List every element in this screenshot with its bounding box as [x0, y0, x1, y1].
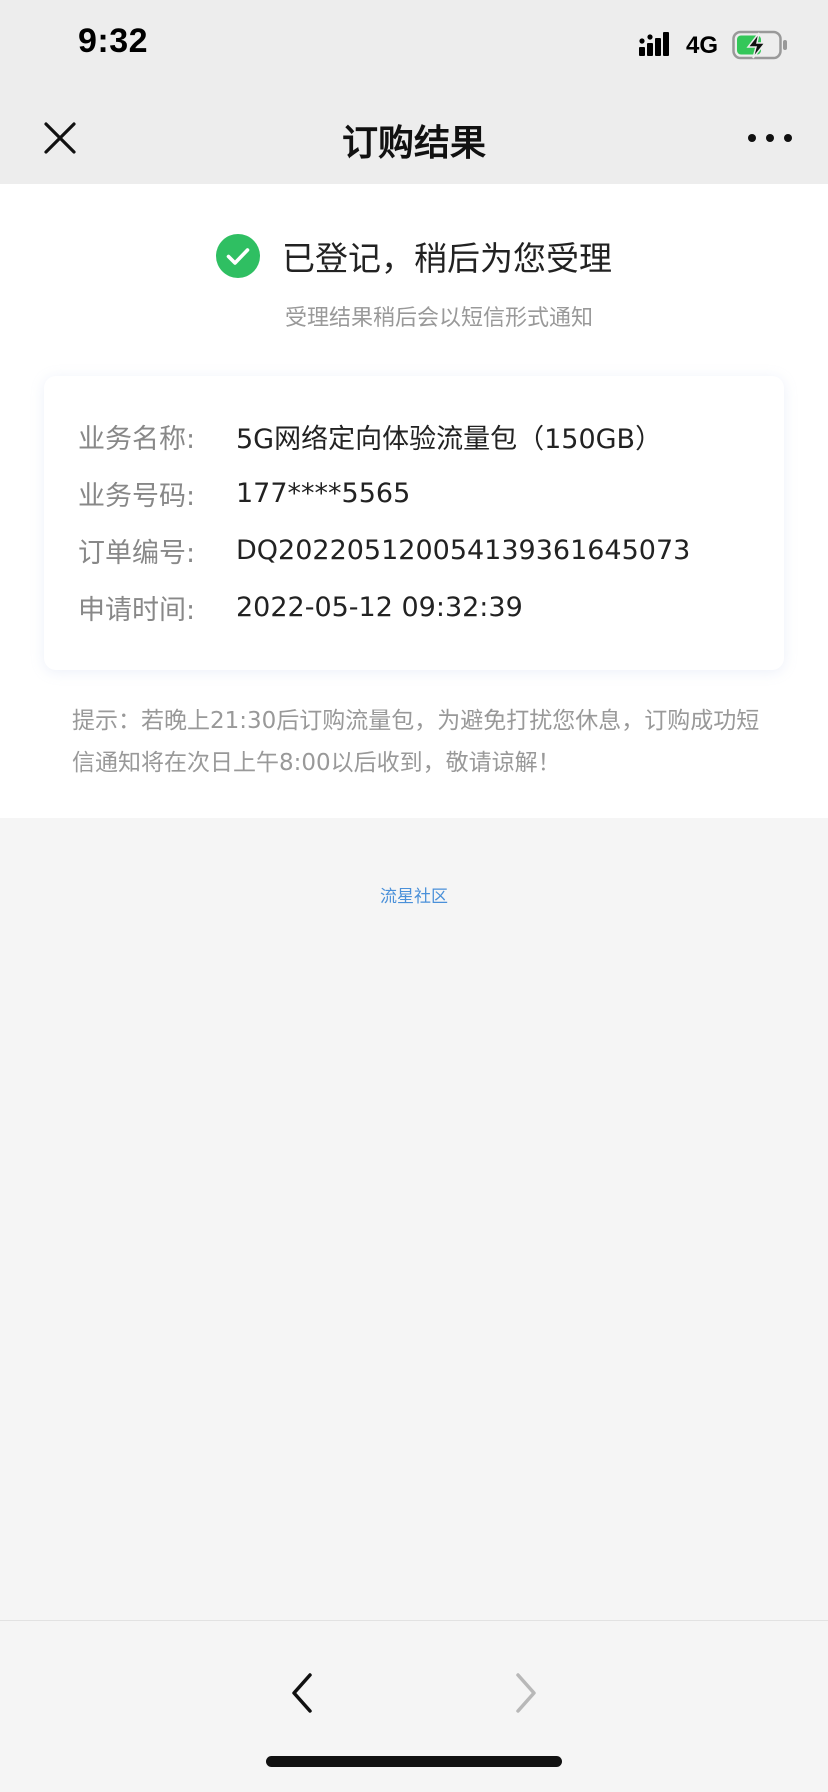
result-panel: 已登记，稍后为您受理 受理结果稍后会以短信形式通知 业务名称: 5G网络定向体验… — [0, 184, 828, 818]
status-bar: 9:32 4G — [0, 0, 828, 92]
result-header: 已登记，稍后为您受理 — [0, 228, 828, 284]
info-value: 2022-05-12 09:32:39 — [236, 591, 523, 623]
home-indicator — [266, 1756, 562, 1767]
more-icon[interactable] — [740, 114, 800, 162]
signal-icon — [639, 32, 669, 56]
community-link[interactable]: 流星社区 — [0, 882, 828, 907]
info-row-service-name: 业务名称: 5G网络定向体验流量包（150GB） — [78, 416, 662, 456]
page: 9:32 4G 订购结果 已登记，稍后为您受理 受理结果稍后会以短信形式通知 业… — [0, 0, 828, 1792]
info-value: 5G网络定向体验流量包（150GB） — [236, 423, 663, 455]
info-label: 订单编号: — [78, 537, 196, 569]
page-title: 订购结果 — [341, 123, 486, 164]
forward-arrow-icon[interactable] — [506, 1665, 546, 1721]
info-row-service-number: 业务号码: 177****5565 — [78, 473, 410, 513]
back-arrow-icon[interactable] — [282, 1665, 322, 1721]
info-label: 业务号码: — [78, 480, 196, 512]
info-value: DQ2022051200541393616450​73 — [236, 534, 691, 566]
tip-text: 提示：若晚上21:30后订购流量包，为避免打扰您休息，订购成功短信通知将在次日上… — [72, 708, 760, 776]
check-circle-icon — [216, 234, 260, 278]
network-label: 4G — [686, 32, 719, 59]
nav-bar: 订购结果 — [0, 92, 828, 184]
order-info-card: 业务名称: 5G网络定向体验流量包（150GB） 业务号码: 177****55… — [44, 376, 784, 670]
battery-charging-icon — [732, 30, 787, 60]
status-time: 9:32 — [78, 22, 149, 60]
info-row-order-number: 订单编号: DQ2022051200541393616450​73 — [78, 530, 690, 570]
info-label: 业务名称: — [78, 423, 196, 455]
result-subtitle: 受理结果稍后会以短信形式通知 — [284, 306, 593, 331]
result-title: 已登记，稍后为您受理 — [282, 239, 612, 278]
info-value: 177****5565 — [236, 477, 411, 509]
info-row-apply-time: 申请时间: 2022-05-12 09:32:39 — [78, 587, 523, 627]
info-label: 申请时间: — [78, 594, 196, 626]
